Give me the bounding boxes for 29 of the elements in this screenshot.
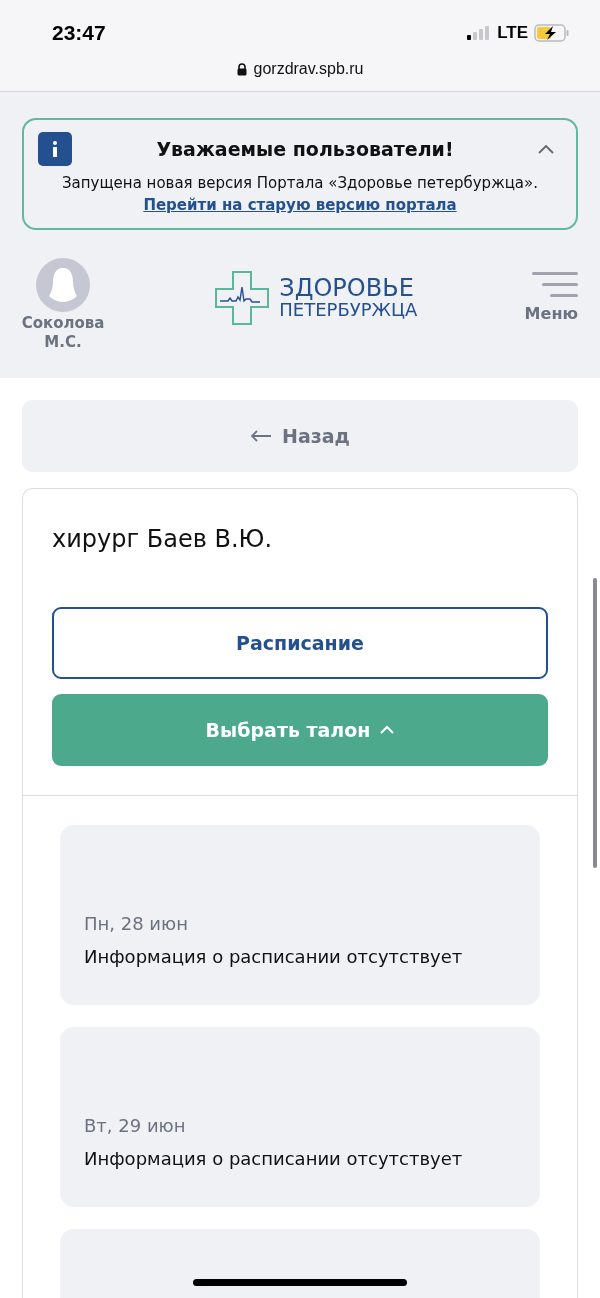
notice-text: Запущена новая версия Портала «Здоровье петербуржца». (61, 174, 539, 192)
day-card[interactable]: Пн, 28 июн Информация о расписании отсутствует (60, 824, 540, 1005)
user-name[interactable]: Соколова М.С. (18, 314, 108, 352)
battery-charging-icon (534, 24, 570, 42)
scrollbar[interactable] (593, 578, 597, 868)
back-button[interactable]: Назад (22, 399, 578, 472)
signal-icon (467, 26, 492, 40)
portal-logo[interactable]: ЗДОРОВЬЕ ПЕТЕРБУРЖЦА (215, 270, 418, 325)
day-date: Вт, 29 июн (84, 1114, 187, 1136)
chevron-icon[interactable] (538, 144, 554, 154)
network-type: LTE (497, 23, 528, 43)
menu-label[interactable]: Меню (524, 304, 578, 324)
day-date: Пн, 28 июн (84, 912, 189, 934)
chevron-icon (380, 725, 395, 734)
url-text[interactable]: gorzdrav.spb.ru (253, 60, 364, 78)
info-icon (38, 132, 72, 166)
notice-title: Уважаемые пользователи! (155, 138, 455, 160)
menu-icon[interactable] (532, 272, 578, 299)
status-time: 23:47 (52, 21, 106, 45)
old-portal-link[interactable]: Перейти на старую версию портала (143, 196, 457, 214)
day-card[interactable]: Вт, 29 июн Информация о расписании отсутствует (60, 1026, 540, 1207)
lock-icon (236, 62, 247, 76)
cross-pulse-icon (215, 270, 270, 325)
left-arrow-icon (250, 429, 273, 442)
day-message: Информация о расписании отсутствует (84, 1147, 464, 1169)
doctor-title: хирург Баев В.Ю. (52, 524, 274, 553)
avatar-silhouette-icon[interactable] (36, 258, 90, 312)
schedule-button[interactable]: Расписание (52, 606, 548, 679)
day-message: Информация о расписании отсутствует (84, 945, 464, 967)
